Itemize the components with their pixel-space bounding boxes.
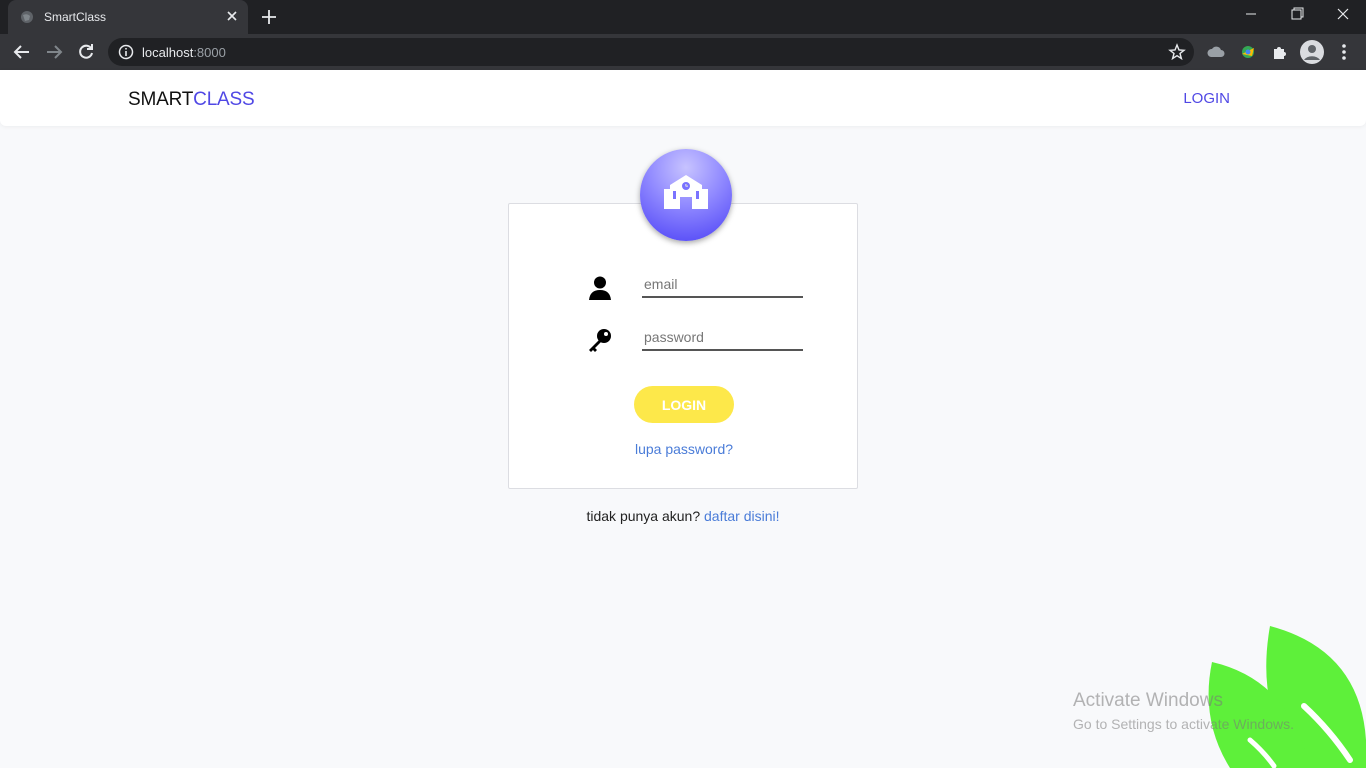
tab-title: SmartClass — [44, 10, 107, 24]
register-text: tidak punya akun? — [586, 508, 705, 524]
brand-logo[interactable]: SMARTCLASS — [128, 89, 255, 111]
key-icon — [589, 329, 611, 352]
info-icon[interactable] — [118, 44, 134, 60]
address-bar[interactable]: localhost:8000 — [108, 38, 1194, 66]
register-prompt: tidak punya akun? daftar disini! — [0, 508, 1366, 524]
nav-login-link[interactable]: LOGIN — [1183, 90, 1230, 107]
new-tab-icon[interactable] — [260, 8, 278, 26]
forgot-password-link[interactable]: lupa password? — [634, 441, 734, 457]
back-arrow-icon[interactable] — [12, 42, 32, 62]
register-link[interactable]: daftar disini! — [704, 508, 779, 524]
email-input[interactable] — [642, 272, 803, 298]
menu-kebab-icon[interactable] — [1334, 42, 1354, 62]
extensions-puzzle-icon[interactable] — [1270, 42, 1290, 62]
url-text: localhost:8000 — [142, 45, 226, 60]
reload-icon[interactable] — [76, 42, 96, 62]
globe-icon — [21, 11, 33, 23]
restore-icon[interactable] — [1274, 0, 1320, 30]
close-window-icon[interactable] — [1320, 0, 1366, 30]
school-building-icon — [664, 175, 708, 209]
bookmark-star-icon[interactable] — [1168, 43, 1186, 61]
school-avatar — [640, 149, 732, 241]
password-input[interactable] — [642, 325, 803, 351]
user-icon — [589, 276, 611, 300]
browser-toolbar: localhost:8000 — [0, 34, 1366, 70]
extension-colorful-icon[interactable] — [1238, 42, 1258, 62]
browser-tab[interactable]: SmartClass — [8, 0, 248, 34]
close-tab-icon[interactable] — [224, 8, 240, 24]
minimize-icon[interactable] — [1228, 0, 1274, 30]
forward-arrow-icon[interactable] — [44, 42, 64, 62]
profile-avatar-icon[interactable] — [1300, 40, 1324, 64]
browser-titlebar: SmartClass — [0, 0, 1366, 34]
windows-activation-watermark: Activate Windows Go to Settings to activ… — [1073, 690, 1294, 732]
site-navbar: SMARTCLASS LOGIN — [0, 70, 1366, 126]
login-button[interactable]: LOGIN — [634, 386, 734, 423]
extension-cloud-icon[interactable] — [1206, 42, 1226, 62]
